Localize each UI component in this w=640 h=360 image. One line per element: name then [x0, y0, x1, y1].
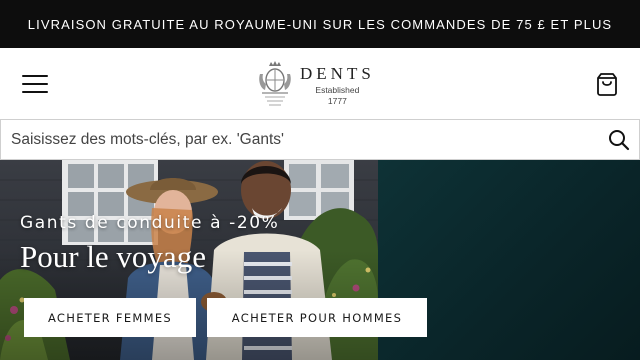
- logo-name: DENTS: [300, 64, 375, 83]
- search-icon: [609, 129, 630, 150]
- logo-year: 1777: [327, 96, 347, 106]
- hero-subtitle: Gants de conduite à -20%: [20, 213, 280, 233]
- hero-banner[interactable]: Gants de conduite à -20% Pour le voyage …: [0, 160, 640, 360]
- hero-title: Pour le voyage: [20, 239, 206, 274]
- shop-women-button[interactable]: ACHETER FEMMES: [24, 298, 196, 337]
- royal-crest-icon: [259, 61, 291, 106]
- search-button[interactable]: [599, 120, 639, 160]
- shopping-bag-icon[interactable]: [594, 71, 620, 97]
- site-header: DENTS Established 1777: [0, 48, 640, 120]
- shop-men-button[interactable]: ACHETER POUR HOMMES: [207, 298, 427, 337]
- promo-banner: LIVRAISON GRATUITE AU ROYAUME-UNI SUR LE…: [0, 0, 640, 48]
- dents-logo[interactable]: DENTS Established 1777: [256, 56, 386, 114]
- search-bar: [0, 119, 640, 160]
- search-input[interactable]: [1, 120, 599, 159]
- hamburger-menu-icon[interactable]: [22, 75, 48, 93]
- promo-text: LIVRAISON GRATUITE AU ROYAUME-UNI SUR LE…: [27, 16, 613, 32]
- logo-established: Established: [315, 85, 360, 95]
